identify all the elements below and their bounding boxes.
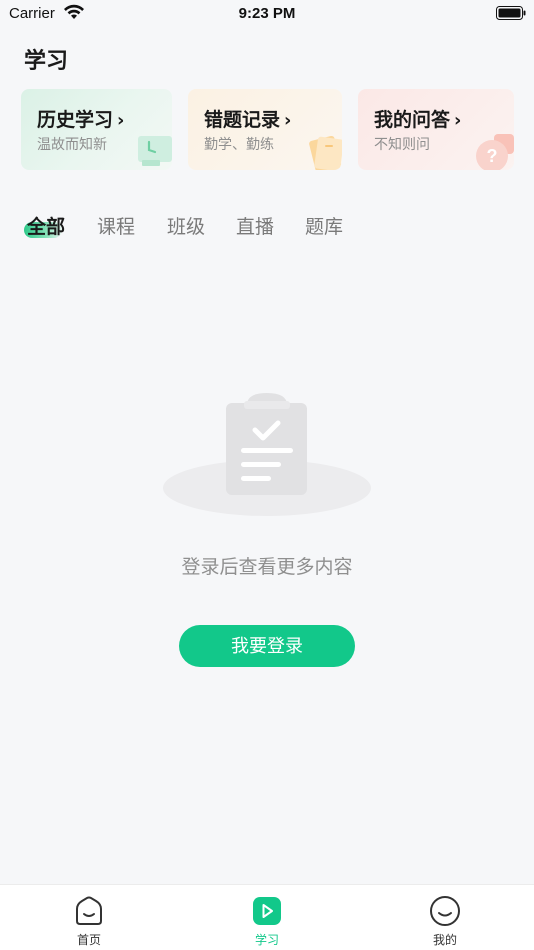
tabbar-label: 首页: [76, 933, 101, 947]
my-questions-card[interactable]: 我的问答 › 不知则问 ?: [358, 89, 514, 170]
chevron-right-icon: ›: [117, 110, 125, 131]
play-icon: [253, 897, 281, 925]
chevron-right-icon: ›: [454, 110, 462, 131]
svg-text:?: ?: [487, 146, 498, 166]
card-title: 错题记录 ›: [204, 109, 292, 131]
tab-courses[interactable]: 课程: [97, 212, 135, 239]
battery-icon: [496, 6, 526, 20]
tabbar-label: 我的: [432, 933, 457, 947]
tab-classes[interactable]: 班级: [167, 212, 205, 239]
status-bar: Carrier 9:23 PM: [0, 0, 534, 28]
tabbar-item-home[interactable]: 首页: [49, 895, 129, 950]
status-time: 9:23 PM: [238, 5, 296, 22]
study-page: Carrier 9:23 PM 学习 历史学习 › 温故而知新 错题记录 › 勤学、…: [0, 0, 534, 950]
login-button[interactable]: 我要登录: [179, 625, 355, 667]
card-subtitle: 温故而知新: [37, 137, 107, 153]
tab-live[interactable]: 直播: [236, 212, 274, 239]
home-icon: [76, 896, 102, 925]
category-tabs: 全部 课程 班级 直播 题库: [0, 208, 534, 244]
clipboard-icon: [163, 393, 371, 516]
chevron-right-icon: ›: [284, 110, 292, 131]
question-bubble-icon: ?: [476, 134, 514, 170]
card-subtitle: 不知则问: [374, 137, 430, 153]
tabbar-item-mine[interactable]: 我的: [405, 895, 485, 950]
card-title: 历史学习 ›: [37, 109, 125, 131]
paper-stack-icon: [309, 135, 342, 170]
smile-icon: [430, 896, 460, 926]
card-subtitle: 勤学、勤练: [204, 137, 274, 153]
card-title: 我的问答 ›: [374, 109, 462, 131]
tab-all[interactable]: 全部: [27, 212, 65, 239]
history-study-card[interactable]: 历史学习 › 温故而知新: [21, 89, 172, 170]
page-title: 学习: [24, 49, 69, 74]
monitor-clock-icon: [138, 136, 172, 166]
wrong-question-card[interactable]: 错题记录 › 勤学、勤练: [188, 89, 342, 170]
tab-question-bank[interactable]: 题库: [305, 212, 343, 239]
empty-state-message: 登录后查看更多内容: [181, 556, 353, 578]
tabbar-item-study[interactable]: 学习: [227, 895, 307, 950]
tabbar-label: 学习: [254, 933, 279, 947]
bottom-tab-bar: 首页 学习 我的: [0, 884, 534, 950]
